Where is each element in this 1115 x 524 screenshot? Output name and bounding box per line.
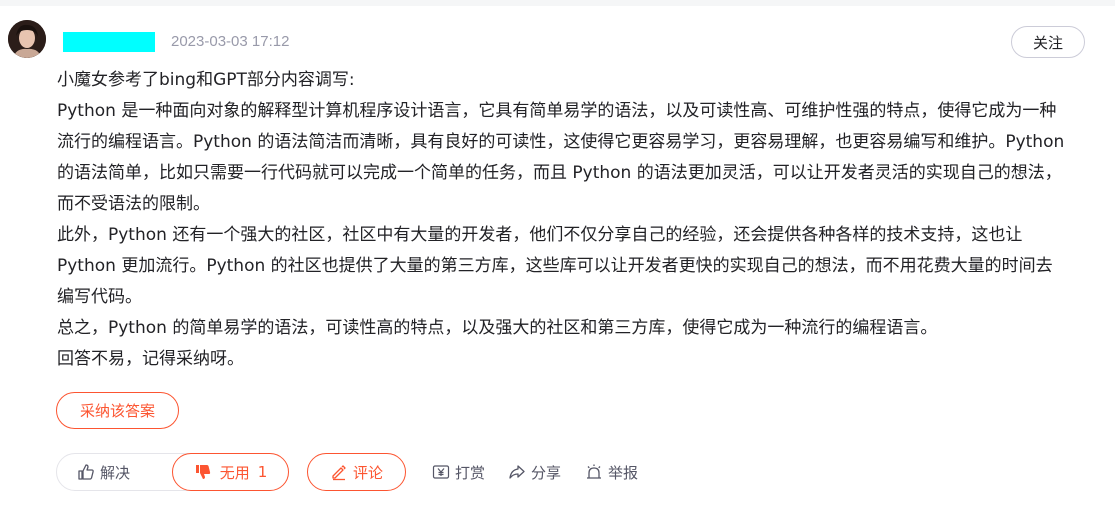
thumbs-down-icon [194,463,212,481]
alarm-icon [585,463,603,481]
share-button[interactable]: 分享 [508,453,561,491]
content-paragraph: 小魔女参考了bing和GPT部分内容调写: [57,70,355,90]
reward-button[interactable]: 打赏 [432,453,485,491]
answer-content: 小魔女参考了bing和GPT部分内容调写: Python 是一种面向对象的解释型… [57,65,1067,375]
content-paragraph: 此外，Python 还有一个强大的社区，社区中有大量的开发者，他们不仅分享自己的… [57,225,1053,307]
share-label: 分享 [531,463,562,482]
useless-count: 1 [257,463,268,481]
accept-answer-button[interactable]: 采纳该答案 [56,392,179,429]
vote-group: 解决 无用 1 [56,453,289,491]
share-icon [508,463,526,481]
username-redacted [63,32,155,52]
comment-button[interactable]: 评论 [307,453,406,491]
report-label: 举报 [608,463,639,482]
avatar[interactable] [8,20,46,58]
avatar-image [8,20,46,58]
content-paragraph: 总之，Python 的简单易学的语法，可读性高的特点，以及强大的社区和第三方库，… [57,318,938,338]
report-button[interactable]: 举报 [585,453,638,491]
follow-button[interactable]: 关注 [1011,26,1085,58]
useless-label: 无用 [219,463,250,482]
solve-label: 解决 [100,463,131,482]
content-paragraph: Python 是一种面向对象的解释型计算机程序设计语言，它具有简单易学的语法，以… [57,101,1065,214]
content-paragraph: 回答不易，记得采纳呀。 [57,349,244,369]
post-timestamp: 2023-03-03 17:12 [171,33,290,50]
top-divider [0,0,1115,6]
solve-button[interactable]: 解决 [77,454,130,490]
thumbs-up-icon [77,463,95,481]
pen-icon [330,463,348,481]
reward-label: 打赏 [455,463,486,482]
yen-icon [432,463,450,481]
useless-button[interactable]: 无用 1 [172,453,289,491]
comment-label: 评论 [352,463,383,482]
